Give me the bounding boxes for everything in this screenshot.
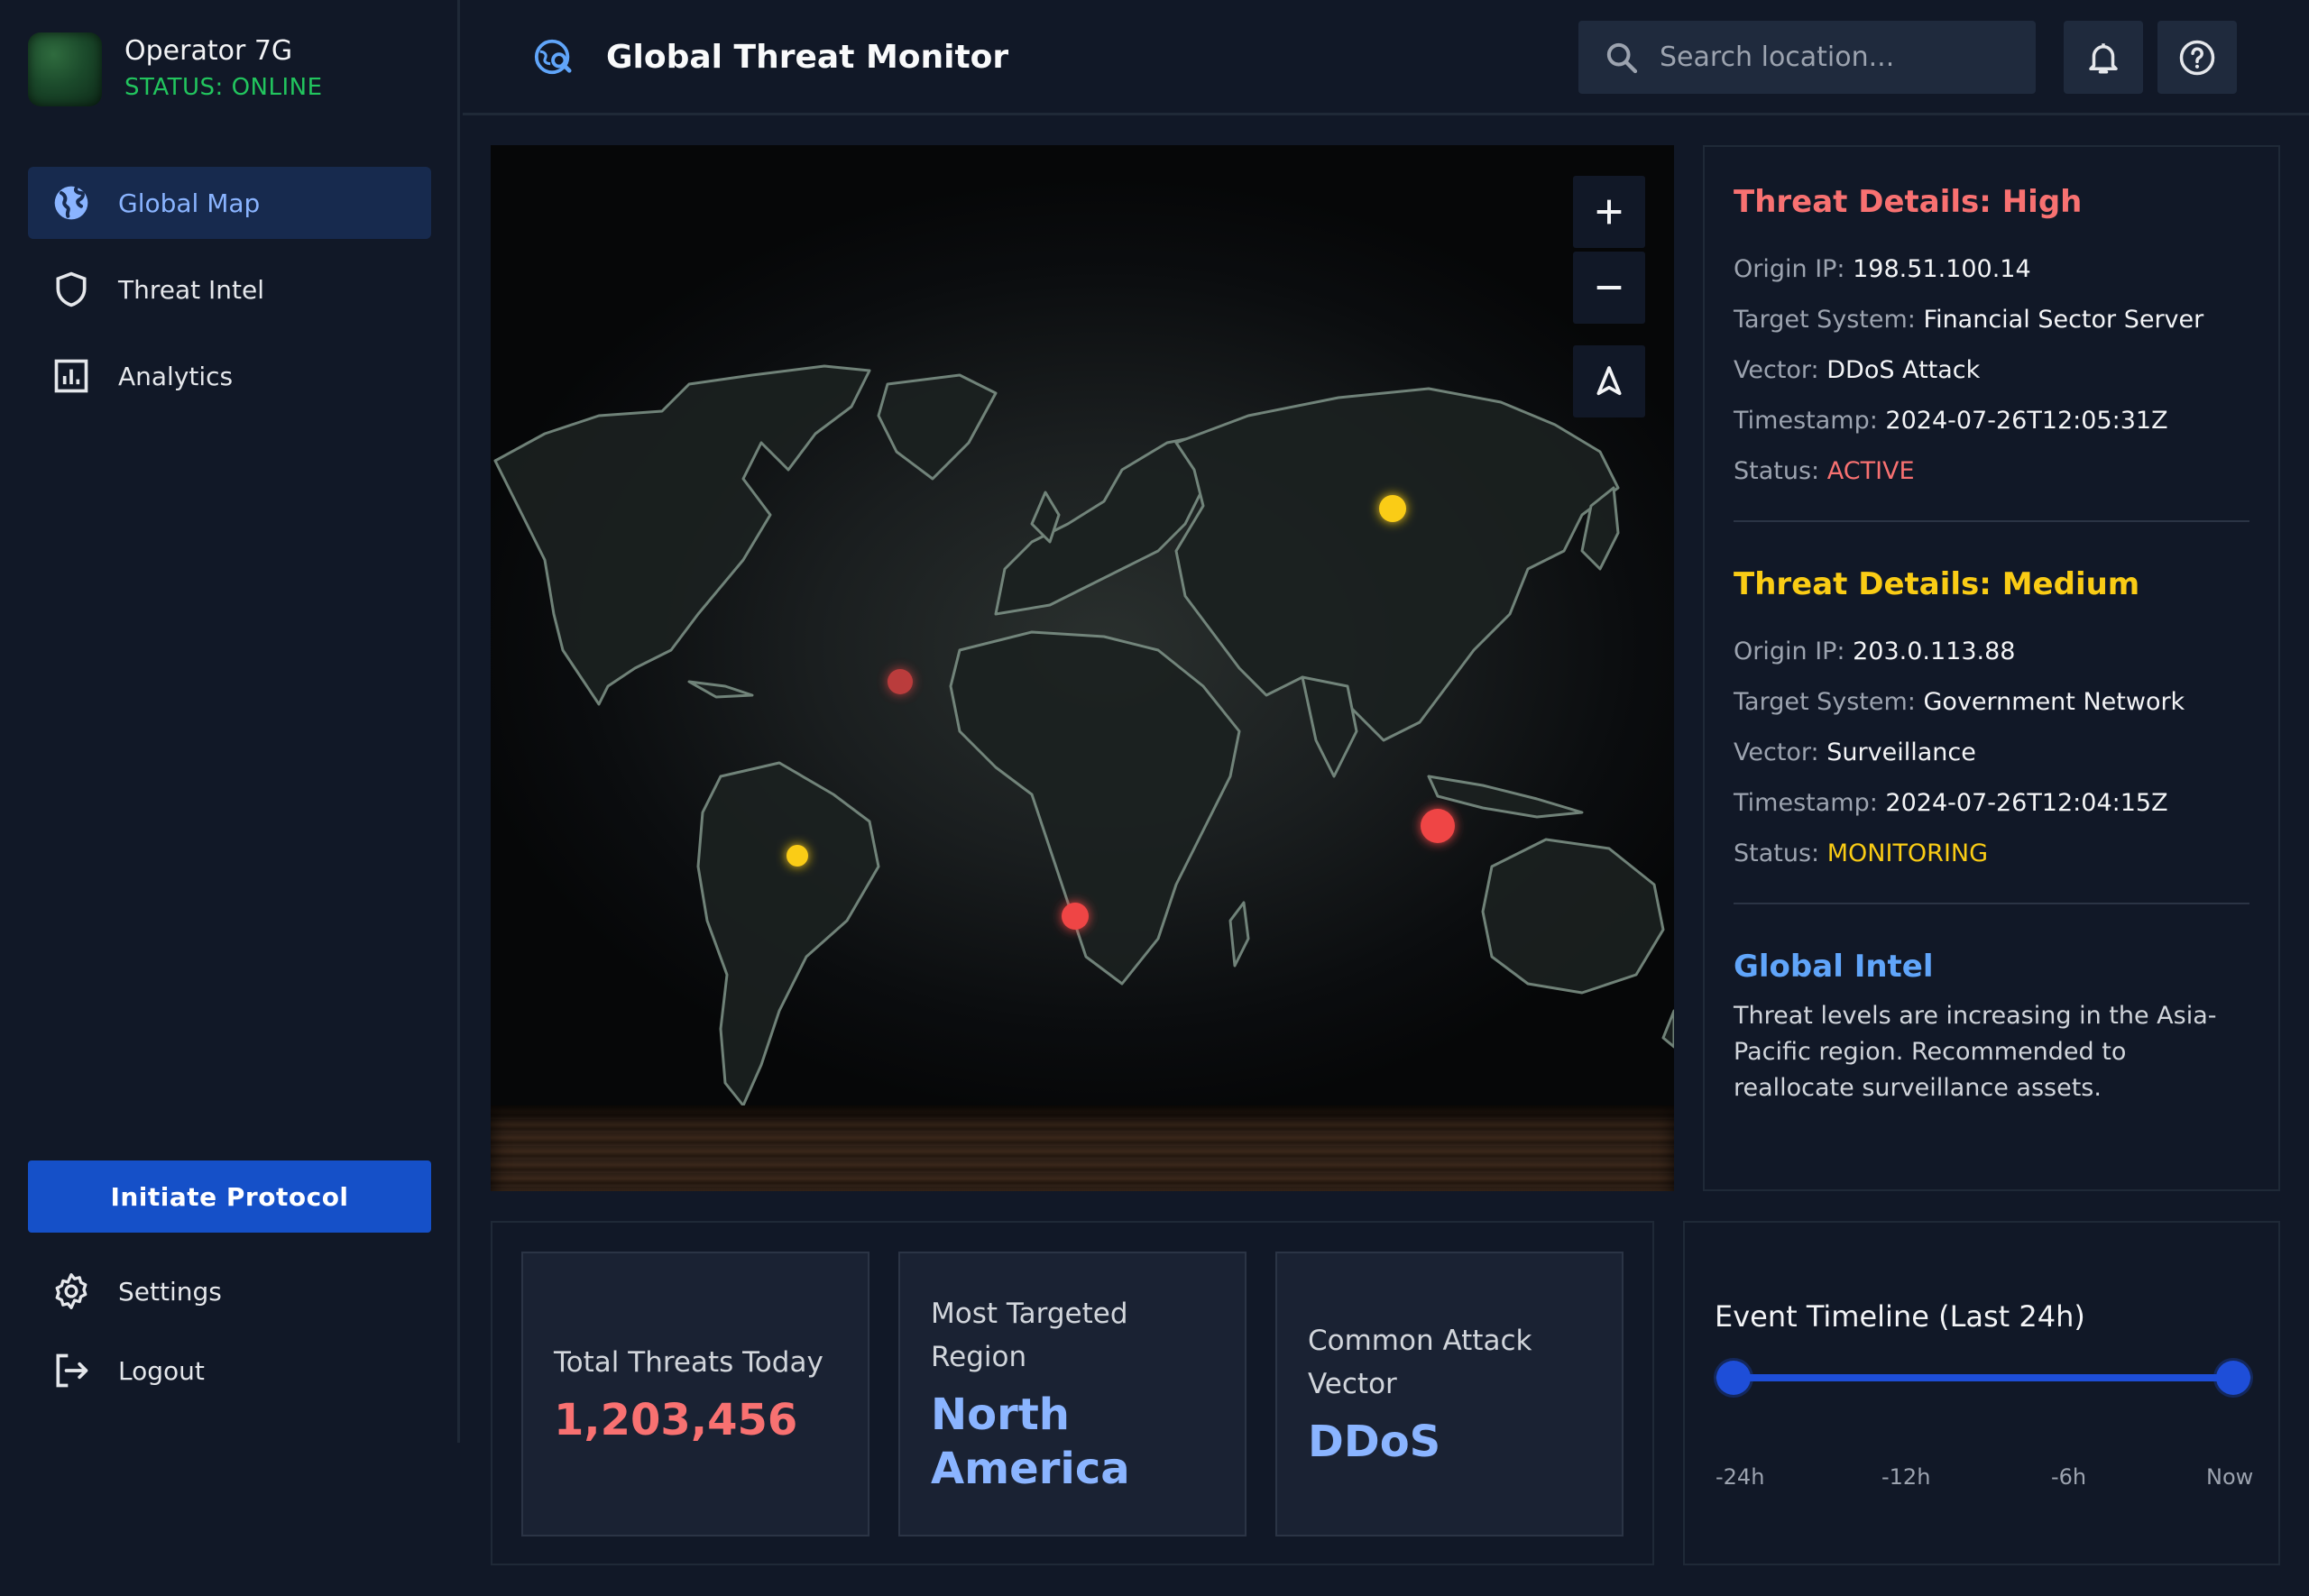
- sidebar-item-logout[interactable]: Logout: [28, 1338, 431, 1403]
- divider: [1734, 520, 2249, 522]
- avatar[interactable]: [28, 32, 102, 106]
- timeline-tick: -12h: [1881, 1464, 1931, 1490]
- threat-medium-origin-ip: Origin IP: 203.0.113.88: [1734, 637, 2016, 665]
- timeline-tick: -6h: [2051, 1464, 2087, 1490]
- threat-medium-target: Target System: Government Network: [1734, 688, 2185, 716]
- sidebar-item-settings[interactable]: Settings: [28, 1259, 431, 1324]
- threat-medium-title: Threat Details: Medium: [1734, 566, 2140, 602]
- threat-marker-high[interactable]: [888, 669, 913, 694]
- global-intel-text: Threat levels are increasing in the Asia…: [1734, 1002, 2217, 1102]
- timeline-end-handle[interactable]: [2216, 1361, 2251, 1395]
- world-map[interactable]: [491, 145, 1674, 1191]
- zoom-out-button[interactable]: [1573, 252, 1645, 324]
- operator-name: Operator 7G: [124, 35, 293, 67]
- sidebar-item-label: Analytics: [118, 361, 234, 391]
- stat-card-total-threats: Total Threats Today 1,203,456: [521, 1252, 869, 1536]
- map-floor: [491, 1105, 1674, 1191]
- stat-card-attack-vector: Common Attack Vector DDoS: [1275, 1252, 1624, 1536]
- timeline-tick: -24h: [1716, 1464, 1765, 1490]
- globe-icon: [51, 183, 91, 223]
- zoom-out-icon: [1596, 286, 1622, 289]
- stat-value: DDoS: [1308, 1417, 1441, 1467]
- notifications-bell-icon: [2089, 42, 2118, 73]
- threat-high-title: Threat Details: High: [1734, 184, 2083, 220]
- threat-marker-medium[interactable]: [1379, 495, 1406, 522]
- logout-icon: [51, 1351, 91, 1390]
- stat-label: Most Targeted Region: [931, 1298, 1128, 1373]
- page-title: Global Threat Monitor: [606, 39, 1009, 76]
- chart-icon: [51, 356, 91, 396]
- event-timeline-panel: Event Timeline (Last 24h) -24h -12h -6h …: [1683, 1221, 2280, 1565]
- notifications-button[interactable]: [2064, 21, 2143, 94]
- sidebar-item-label: Global Map: [118, 188, 261, 218]
- threat-high-status: Status: ACTIVE: [1734, 457, 1915, 485]
- sidebar-item-global-map[interactable]: Global Map: [28, 167, 431, 239]
- threat-markers: [787, 495, 1455, 930]
- stat-label: Common Attack Vector: [1308, 1325, 1532, 1400]
- help-icon: [2179, 40, 2215, 75]
- threat-marker-high[interactable]: [1421, 809, 1455, 843]
- zoom-in-button[interactable]: [1573, 176, 1645, 248]
- threat-high-origin-ip: Origin IP: 198.51.100.14: [1734, 255, 2031, 283]
- sidebar-item-threat-intel[interactable]: Threat Intel: [28, 253, 431, 326]
- sidebar-item-label: Settings: [118, 1276, 222, 1307]
- global-intel-title: Global Intel: [1734, 949, 1934, 985]
- gear-icon: [51, 1271, 91, 1311]
- threat-medium-timestamp: Timestamp: 2024-07-26T12:04:15Z: [1734, 789, 2168, 817]
- operator-status: STATUS: ONLINE: [124, 74, 323, 101]
- initiate-protocol-button[interactable]: Initiate Protocol: [28, 1160, 431, 1233]
- timeline-title: Event Timeline (Last 24h): [1715, 1299, 2085, 1334]
- timeline-tick: Now: [2206, 1464, 2254, 1490]
- shield-icon: [51, 270, 91, 309]
- zoom-in-icon: [1596, 199, 1622, 225]
- timeline-start-handle[interactable]: [1716, 1361, 1751, 1395]
- stat-value: 1,203,456: [554, 1395, 798, 1445]
- locate-button[interactable]: [1573, 345, 1645, 417]
- main-nav: Global Map Threat Intel Analytics: [28, 167, 431, 427]
- sidebar-item-label: Threat Intel: [118, 274, 264, 305]
- top-header: Global Threat Monitor: [463, 0, 2309, 115]
- stat-label: Total Threats Today: [554, 1346, 823, 1379]
- bottom-nav: Settings Logout: [28, 1259, 431, 1417]
- help-button[interactable]: [2157, 21, 2237, 94]
- threat-medium-status: Status: MONITORING: [1734, 839, 1989, 867]
- search-icon: [1606, 42, 1638, 73]
- threat-high-vector: Vector: DDoS Attack: [1734, 356, 1981, 384]
- search-input[interactable]: [1660, 41, 2002, 73]
- search-box[interactable]: [1578, 21, 2036, 94]
- stat-value: North America: [931, 1390, 1130, 1494]
- divider: [1734, 903, 2249, 904]
- sidebar-item-analytics[interactable]: Analytics: [28, 340, 431, 412]
- threat-high-target: Target System: Financial Sector Server: [1734, 306, 2204, 334]
- threat-marker-high[interactable]: [1062, 903, 1089, 930]
- threat-radar-icon: [534, 39, 572, 75]
- operator-profile: Operator 7G STATUS: ONLINE: [28, 32, 323, 106]
- sidebar-item-label: Logout: [118, 1355, 205, 1386]
- threat-high-timestamp: Timestamp: 2024-07-26T12:05:31Z: [1734, 407, 2168, 435]
- timeline-range-fill: [1725, 1374, 2241, 1381]
- threat-marker-medium[interactable]: [787, 845, 808, 867]
- stat-card-targeted-region: Most Targeted Region North America: [898, 1252, 1246, 1536]
- sidebar: Operator 7G STATUS: ONLINE Global Map Th…: [0, 0, 460, 1443]
- locate-arrow-icon: [1596, 366, 1622, 396]
- threat-medium-vector: Vector: Surveillance: [1734, 738, 1976, 766]
- threat-details-panel: Threat Details: High Origin IP: 198.51.1…: [1703, 145, 2280, 1191]
- stats-panel: Total Threats Today 1,203,456 Most Targe…: [491, 1221, 1654, 1565]
